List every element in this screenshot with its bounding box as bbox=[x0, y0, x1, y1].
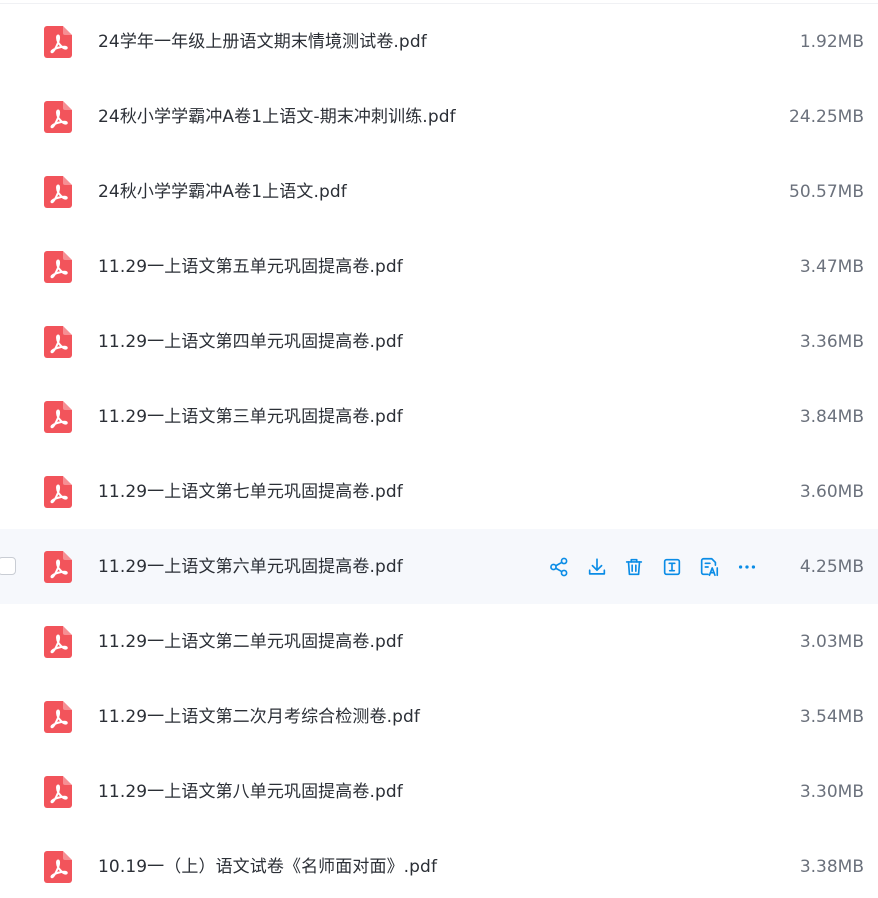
file-name[interactable]: 11.29一上语文第二单元巩固提高卷.pdf bbox=[98, 630, 403, 654]
file-size: 3.30MB bbox=[799, 782, 864, 802]
file-row[interactable]: 24秋小学学霸冲A卷1上语文-期末冲刺训练.pdf 24.25MB bbox=[0, 79, 878, 154]
pdf-file-icon bbox=[44, 326, 72, 358]
file-row[interactable]: 11.29一上语文第三单元巩固提高卷.pdf 3.84MB bbox=[0, 379, 878, 454]
share-button[interactable] bbox=[546, 554, 572, 580]
file-list: 24学年一年级上册语文期末情境测试卷.pdf 1.92MB 24秋小学学霸冲A卷… bbox=[0, 0, 878, 898]
file-name[interactable]: 11.29一上语文第八单元巩固提高卷.pdf bbox=[98, 780, 403, 804]
pdf-file-icon bbox=[44, 101, 72, 133]
share-icon bbox=[550, 557, 568, 577]
file-name[interactable]: 11.29一上语文第七单元巩固提高卷.pdf bbox=[98, 480, 403, 504]
file-row[interactable]: 11.29一上语文第二次月考综合检测卷.pdf 3.54MB bbox=[0, 679, 878, 754]
download-icon bbox=[588, 558, 605, 575]
pdf-file-icon bbox=[44, 626, 72, 658]
file-size: 4.25MB bbox=[799, 557, 864, 577]
file-size: 50.57MB bbox=[789, 182, 864, 202]
file-row[interactable]: 11.29一上语文第七单元巩固提高卷.pdf 3.60MB bbox=[0, 454, 878, 529]
file-row[interactable]: 24秋小学学霸冲A卷1上语文.pdf 50.57MB bbox=[0, 154, 878, 229]
file-name[interactable]: 24秋小学学霸冲A卷1上语文.pdf bbox=[98, 180, 347, 204]
file-size: 3.47MB bbox=[799, 257, 864, 277]
file-name[interactable]: 11.29一上语文第二次月考综合检测卷.pdf bbox=[98, 705, 420, 729]
file-row[interactable]: 11.29一上语文第四单元巩固提高卷.pdf 3.36MB bbox=[0, 304, 878, 379]
file-name[interactable]: 11.29一上语文第四单元巩固提高卷.pdf bbox=[98, 330, 403, 354]
file-row[interactable]: 11.29一上语文第五单元巩固提高卷.pdf 3.47MB bbox=[0, 229, 878, 304]
pdf-file-icon bbox=[44, 251, 72, 283]
trash-icon bbox=[625, 558, 643, 576]
ai-document-icon bbox=[700, 557, 719, 577]
pdf-file-icon bbox=[44, 851, 72, 883]
pdf-file-icon bbox=[44, 401, 72, 433]
file-name[interactable]: 11.29一上语文第六单元巩固提高卷.pdf bbox=[98, 555, 403, 579]
file-size: 3.84MB bbox=[799, 407, 864, 427]
pdf-file-icon bbox=[44, 176, 72, 208]
file-size: 1.92MB bbox=[799, 32, 864, 52]
file-size: 3.03MB bbox=[799, 632, 864, 652]
pdf-file-icon bbox=[44, 26, 72, 58]
file-size: 3.38MB bbox=[799, 857, 864, 877]
file-name[interactable]: 24秋小学学霸冲A卷1上语文-期末冲刺训练.pdf bbox=[98, 105, 456, 129]
file-row[interactable]: 11.29一上语文第二单元巩固提高卷.pdf 3.03MB bbox=[0, 604, 878, 679]
file-name[interactable]: 11.29一上语文第五单元巩固提高卷.pdf bbox=[98, 255, 403, 279]
file-row[interactable]: 11.29一上语文第八单元巩固提高卷.pdf 3.30MB bbox=[0, 754, 878, 829]
pdf-file-icon bbox=[44, 776, 72, 808]
file-name[interactable]: 24学年一年级上册语文期末情境测试卷.pdf bbox=[98, 30, 427, 54]
file-size: 3.60MB bbox=[799, 482, 864, 502]
file-size: 24.25MB bbox=[789, 107, 864, 127]
file-row[interactable]: 24学年一年级上册语文期末情境测试卷.pdf 1.92MB bbox=[0, 4, 878, 79]
text-cursor-icon bbox=[663, 558, 680, 576]
download-button[interactable] bbox=[584, 554, 610, 580]
file-row[interactable]: 11.29一上语文第六单元巩固提高卷.pdf 4.25MB bbox=[0, 529, 878, 604]
more-horizontal-icon bbox=[738, 565, 755, 569]
pdf-file-icon bbox=[44, 551, 72, 583]
row-checkbox[interactable] bbox=[0, 557, 16, 575]
file-name[interactable]: 11.29一上语文第三单元巩固提高卷.pdf bbox=[98, 405, 403, 429]
more-button[interactable] bbox=[734, 554, 760, 580]
ai-summary-button[interactable] bbox=[696, 554, 722, 580]
pdf-file-icon bbox=[44, 476, 72, 508]
pdf-file-icon bbox=[44, 701, 72, 733]
file-name[interactable]: 10.19一（上）语文试卷《名师面对面》.pdf bbox=[98, 855, 437, 879]
rename-button[interactable] bbox=[659, 554, 685, 580]
file-size: 3.54MB bbox=[799, 707, 864, 727]
delete-button[interactable] bbox=[621, 554, 647, 580]
file-row[interactable]: 10.19一（上）语文试卷《名师面对面》.pdf 3.38MB bbox=[0, 829, 878, 898]
row-actions bbox=[546, 554, 760, 580]
file-size: 3.36MB bbox=[799, 332, 864, 352]
